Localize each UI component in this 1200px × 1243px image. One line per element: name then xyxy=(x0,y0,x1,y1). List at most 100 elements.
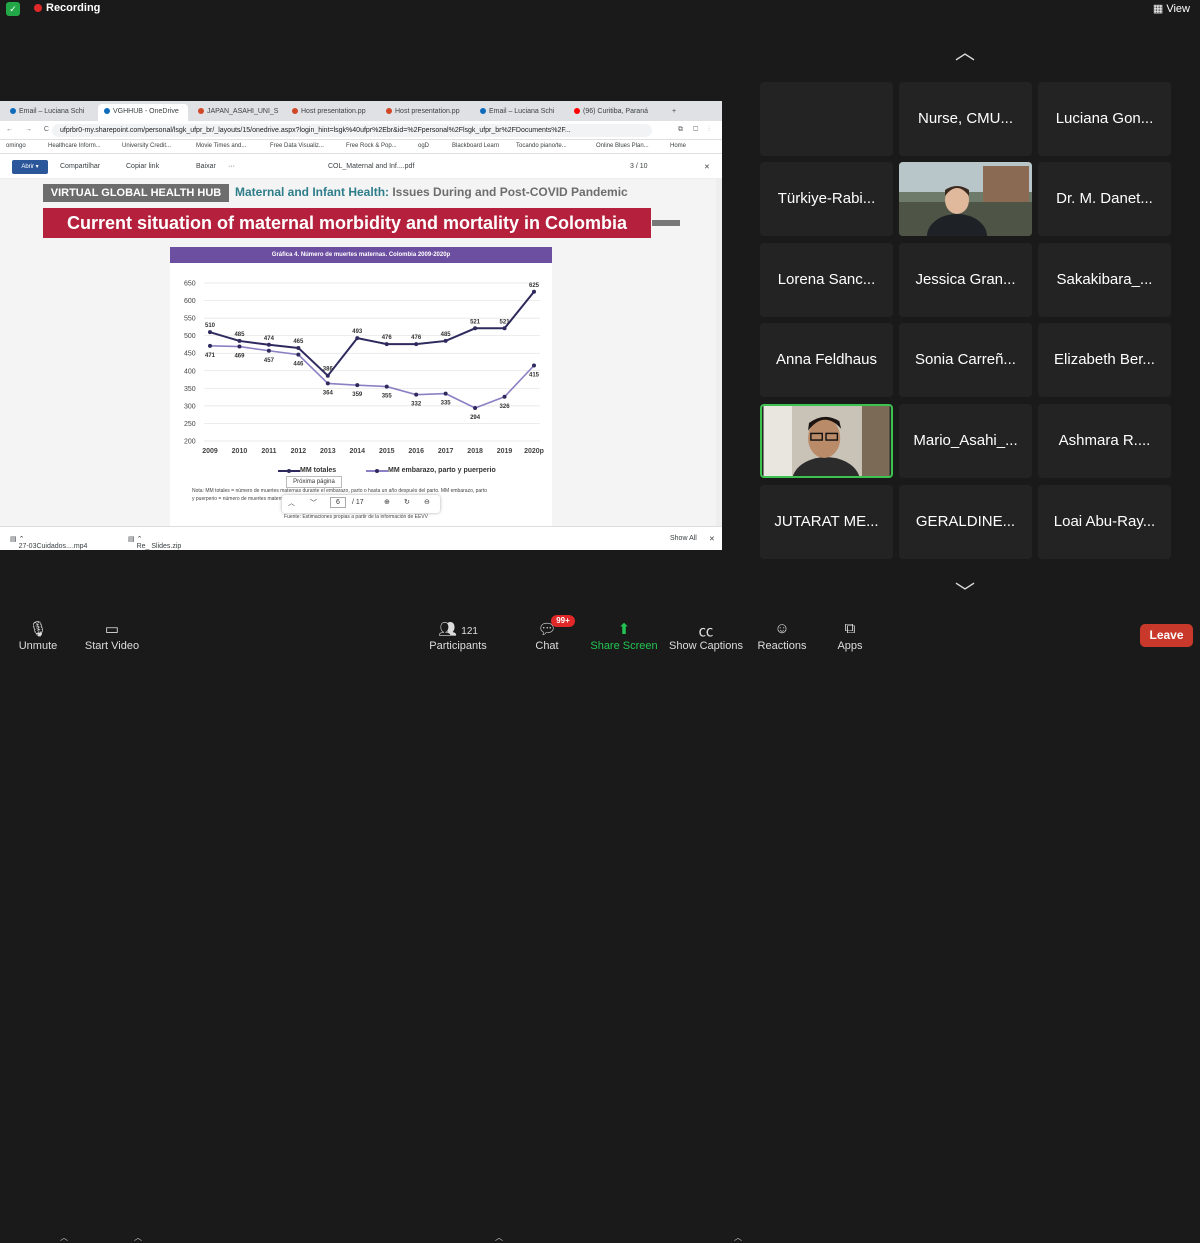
bookmark-item[interactable]: University Credit... xyxy=(122,143,171,149)
recording-dot-icon xyxy=(34,4,42,13)
copiar-link-button[interactable]: Copiar link xyxy=(126,163,159,170)
baixar-button[interactable]: Baixar xyxy=(196,163,216,170)
bookmark-item[interactable]: omingo xyxy=(6,143,26,149)
extensions-icon[interactable]: ⧉ ▢ ⋮ xyxy=(678,126,714,134)
audio-options-icon[interactable]: ︿ xyxy=(60,1232,68,1243)
bookmark-item[interactable]: Blackboard Learn xyxy=(452,143,499,149)
legend-totales: MM totales xyxy=(300,467,337,474)
next-page-icon[interactable]: ﹀ xyxy=(310,498,317,508)
zoom-in-icon[interactable]: ⊕ xyxy=(384,498,390,506)
close-downloads-icon[interactable]: ✕ xyxy=(709,535,715,543)
bookmark-item[interactable]: Movie Times and... xyxy=(196,143,246,149)
browser-tab[interactable]: JAPAN_ASAHI_UNI_S xyxy=(192,104,282,121)
participant-tile[interactable]: Türkiye-Rabi... xyxy=(760,162,893,236)
participant-tile[interactable]: Dr. M. Danet... xyxy=(1038,162,1171,236)
data-point xyxy=(384,342,389,347)
share-screen-label: Share Screen xyxy=(590,640,658,652)
start-video-button[interactable]: ▭ Start Video xyxy=(84,620,140,652)
apps-label: Apps xyxy=(837,640,863,652)
data-label: 364 xyxy=(323,390,334,396)
participant-tile[interactable]: Sonia Carreñ... xyxy=(899,323,1032,397)
participant-tile[interactable]: Elizabeth Ber... xyxy=(1038,323,1171,397)
reactions-button[interactable]: ☺ Reactions xyxy=(756,620,808,652)
participant-video-tile[interactable] xyxy=(899,162,1032,236)
participant-tile[interactable]: JUTARAT ME... xyxy=(760,485,893,559)
bookmark-item[interactable]: Home xyxy=(670,143,686,149)
bookmarks-bar: omingo Healthcare Inform... University Cre… xyxy=(0,140,722,154)
y-tick-label: 600 xyxy=(184,298,196,305)
compartilhar-button[interactable]: Compartilhar xyxy=(60,163,100,170)
tab-favicon-icon xyxy=(10,108,16,115)
browser-tab[interactable]: Email – Luciana Schi xyxy=(474,104,564,121)
participants-options-icon[interactable]: ︿ xyxy=(495,1232,503,1243)
top-status-bar: ✓ Recording ▦ View xyxy=(0,0,1200,18)
unmute-label: Unmute xyxy=(18,640,58,652)
nav-buttons-icon[interactable]: ← → C xyxy=(6,126,54,133)
data-label: 476 xyxy=(411,335,422,341)
participant-name: Anna Feldhaus xyxy=(776,351,877,368)
participant-tile[interactable]: Mario_Asahi_... xyxy=(899,404,1032,478)
download-item-2[interactable]: ▤ Re_ Slides.zip ⌃ xyxy=(128,535,181,550)
captions-button[interactable]: ㏄ Show Captions xyxy=(668,620,744,652)
participant-tile-empty[interactable] xyxy=(760,82,893,156)
browser-tab[interactable]: Host presentation.pp xyxy=(286,104,376,121)
scroll-down-icon[interactable]: ﹀ xyxy=(950,576,980,604)
participant-tile[interactable]: GERALDINE... xyxy=(899,485,1032,559)
participant-tile[interactable]: Ashmara R.... xyxy=(1038,404,1171,478)
data-point xyxy=(266,342,271,347)
view-label: View xyxy=(1166,3,1190,15)
video-off-icon: ▭ xyxy=(104,621,120,638)
bookmark-item[interactable]: ogD xyxy=(418,143,429,149)
rotate-icon[interactable]: ↻ xyxy=(404,498,410,506)
participant-tile[interactable]: Anna Feldhaus xyxy=(760,323,893,397)
scrollbar[interactable] xyxy=(716,179,722,534)
page-number-input[interactable]: 6 xyxy=(330,497,346,508)
participant-tile[interactable]: Loai Abu-Ray... xyxy=(1038,485,1171,559)
browser-tab[interactable]: VGHHUB - OneDrive xyxy=(98,104,188,121)
bookmark-item[interactable]: Tocando piano/te... xyxy=(516,143,567,149)
download-file-1: 27-03Cuidados....mp4 xyxy=(18,543,88,550)
participant-tile[interactable]: Sakakibara_... xyxy=(1038,243,1171,317)
download-item-1[interactable]: ▤ 27-03Cuidados....mp4 ⌃ xyxy=(10,535,87,550)
more-button[interactable]: ··· xyxy=(228,163,235,170)
close-icon[interactable]: ✕ xyxy=(704,163,710,171)
participants-button[interactable]: 👥︎ 121 Participants xyxy=(428,620,488,652)
data-label: 521 xyxy=(470,319,481,325)
video-options-icon[interactable]: ︿ xyxy=(134,1232,142,1243)
apps-icon: ⧉ xyxy=(844,620,856,637)
leave-button[interactable]: Leave xyxy=(1140,624,1193,647)
bookmark-item[interactable]: Online Blues Plan... xyxy=(596,143,649,149)
x-tick-label: 2013 xyxy=(320,448,336,455)
captions-options-icon[interactable]: ︿ xyxy=(734,1232,742,1243)
data-point xyxy=(414,392,419,397)
participant-tile[interactable]: Jessica Gran... xyxy=(899,243,1032,317)
data-label: 510 xyxy=(205,323,216,329)
participant-tile[interactable]: Luciana Gon... xyxy=(1038,82,1171,156)
bookmark-item[interactable]: Free Rock & Pop... xyxy=(346,143,397,149)
unmute-button[interactable]: 🎙︎ Unmute xyxy=(18,620,58,652)
participant-tile[interactable]: Nurse, CMU... xyxy=(899,82,1032,156)
participant-name: Lorena Sanc... xyxy=(777,271,876,288)
bookmark-item[interactable]: Healthcare Inform... xyxy=(48,143,101,149)
show-all-button[interactable]: Show All xyxy=(670,535,697,542)
participant-tile[interactable]: Lorena Sanc... xyxy=(760,243,893,317)
url-field[interactable]: ufprbr0-my.sharepoint.com/personal/lsgk_… xyxy=(52,124,652,137)
browser-tab[interactable]: Host presentation.pp xyxy=(380,104,470,121)
abrir-button[interactable]: Abrir ▾ xyxy=(12,160,48,174)
data-point xyxy=(296,345,301,350)
legend-line-embarazo xyxy=(366,469,388,473)
scroll-up-icon[interactable]: ︿ xyxy=(950,36,980,64)
view-button[interactable]: ▦ View xyxy=(1153,2,1190,15)
zoom-out-icon[interactable]: ⊖ xyxy=(424,498,430,506)
bookmark-item[interactable]: Free Data Visualiz... xyxy=(270,143,324,149)
prev-page-icon[interactable]: ︿ xyxy=(288,498,295,508)
share-screen-button[interactable]: ⬆ Share Screen xyxy=(590,620,658,652)
data-label: 625 xyxy=(529,283,540,289)
apps-button[interactable]: ⧉ Apps xyxy=(834,620,866,652)
browser-tab[interactable]: (96) Curitiba, Paraná xyxy=(568,104,658,121)
subtitle-main: Maternal and Infant Health: xyxy=(235,185,390,199)
browser-tab[interactable]: Email – Luciana Schi xyxy=(4,104,94,121)
security-shield-icon[interactable]: ✓ xyxy=(6,2,20,16)
active-speaker-video-tile[interactable] xyxy=(760,404,893,478)
new-tab-icon[interactable]: + xyxy=(666,104,682,121)
